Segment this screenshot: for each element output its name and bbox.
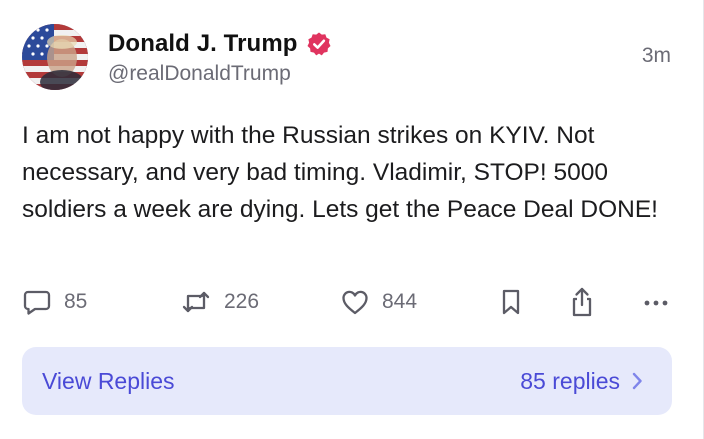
bookmark-icon: [498, 287, 524, 317]
view-replies-label: View Replies: [42, 367, 175, 394]
share-button[interactable]: [568, 284, 596, 320]
replies-count-wrap: 85 replies: [520, 368, 644, 395]
chevron-right-icon: [630, 370, 644, 392]
repost-count: 226: [224, 290, 260, 313]
like-button[interactable]: 844: [340, 284, 417, 320]
replies-count: 85 replies: [520, 367, 620, 394]
author-block: Donald J. Trump @realDonaldTrump: [108, 28, 332, 86]
name-row: Donald J. Trump: [108, 28, 332, 60]
post-text: I am not happy with the Russian strikes …: [22, 122, 658, 223]
bookmark-button[interactable]: [498, 284, 524, 320]
repost-arrows-icon: [180, 287, 212, 317]
reply-count: 85: [64, 290, 88, 313]
verified-badge-icon: [306, 31, 332, 57]
heart-icon: [340, 287, 370, 317]
more-options-button[interactable]: [642, 284, 670, 320]
reply-button[interactable]: 85: [22, 284, 87, 320]
repost-button[interactable]: 226: [180, 284, 259, 320]
avatar-image: [22, 24, 88, 90]
like-count: 844: [382, 290, 418, 313]
action-bar: 85 226 844: [22, 284, 672, 320]
display-name[interactable]: Donald J. Trump: [108, 30, 298, 58]
avatar[interactable]: [22, 24, 88, 90]
share-icon: [568, 286, 596, 318]
more-dots-icon: [642, 287, 670, 317]
user-handle[interactable]: @realDonaldTrump: [108, 62, 332, 86]
view-replies-button[interactable]: View Replies 85 replies: [22, 347, 672, 415]
post-card: Donald J. Trump @realDonaldTrump 3m I am…: [0, 0, 704, 439]
speech-bubble-icon: [22, 287, 52, 317]
timestamp[interactable]: 3m: [642, 44, 671, 68]
